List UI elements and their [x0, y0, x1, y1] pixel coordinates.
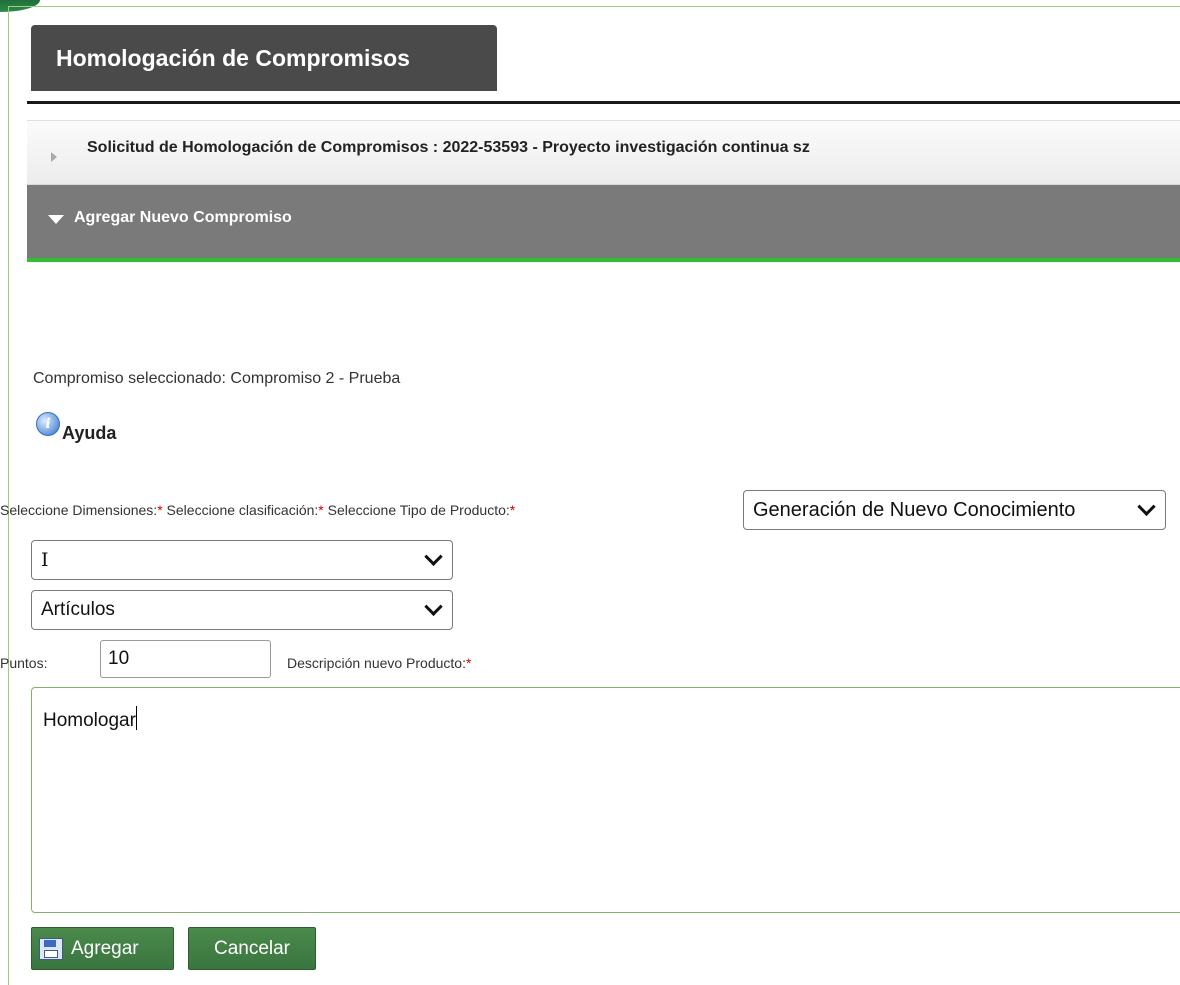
accordion-add-label: Agregar Nuevo Compromiso — [74, 208, 292, 226]
chevron-down-icon — [424, 547, 443, 566]
required-mark: * — [466, 655, 472, 671]
description-label-row: Descripción nuevo Producto:* — [287, 655, 471, 671]
add-button-label: Agregar — [71, 937, 139, 959]
required-mark: * — [157, 502, 163, 518]
product-type-value: Generación de Nuevo Conocimiento — [753, 498, 1076, 521]
page-title: Homologación de Compromisos — [31, 25, 497, 91]
triangle-down-icon — [48, 215, 64, 224]
cancel-button[interactable]: Cancelar — [188, 927, 316, 970]
help-link[interactable]: i Ayuda — [36, 412, 117, 444]
points-value: 10 — [108, 648, 130, 669]
selected-commitment-text: Compromiso seleccionado: Compromiso 2 - … — [33, 370, 401, 387]
chevron-down-icon — [424, 597, 443, 616]
dimension-select[interactable]: I — [31, 540, 453, 580]
required-mark: * — [509, 502, 516, 518]
description-textarea[interactable]: Homologar — [31, 687, 1180, 913]
triangle-right-icon — [51, 151, 57, 162]
accordion-request-label: Solicitud de Homologación de Compromisos… — [87, 138, 810, 156]
text-caret — [135, 706, 137, 730]
chevron-down-icon — [1137, 497, 1156, 516]
required-mark: * — [318, 502, 324, 518]
save-icon — [39, 937, 63, 960]
description-value: Homologar — [43, 710, 136, 731]
accordion-add-header[interactable]: Agregar Nuevo Compromiso — [27, 185, 1180, 258]
description-label: Descripción nuevo Producto: — [287, 655, 466, 671]
info-icon: i — [36, 412, 60, 436]
help-label: Ayuda — [62, 423, 117, 443]
title-divider — [27, 101, 1180, 104]
classification-label: Seleccione clasificación: — [166, 502, 319, 518]
points-input[interactable]: 10 — [100, 640, 271, 678]
active-section-underline — [27, 258, 1180, 262]
frame-border-left — [8, 6, 9, 985]
add-button[interactable]: Agregar — [31, 927, 174, 970]
dimension-value: I — [41, 549, 49, 571]
product-type-label: Seleccione Tipo de Producto: — [327, 502, 510, 518]
accordion-request-header[interactable]: Solicitud de Homologación de Compromisos… — [27, 120, 1180, 185]
frame-border-top — [8, 6, 1180, 7]
classification-select[interactable]: Artículos — [31, 590, 453, 630]
points-label: Puntos: — [0, 655, 48, 671]
classification-value: Artículos — [41, 599, 115, 620]
product-type-select[interactable]: Generación de Nuevo Conocimiento — [743, 490, 1166, 530]
selection-labels-row: Seleccione Dimensiones:* Seleccione clas… — [0, 502, 515, 518]
cancel-button-label: Cancelar — [213, 937, 291, 959]
dimensions-label: Seleccione Dimensiones: — [0, 502, 158, 518]
